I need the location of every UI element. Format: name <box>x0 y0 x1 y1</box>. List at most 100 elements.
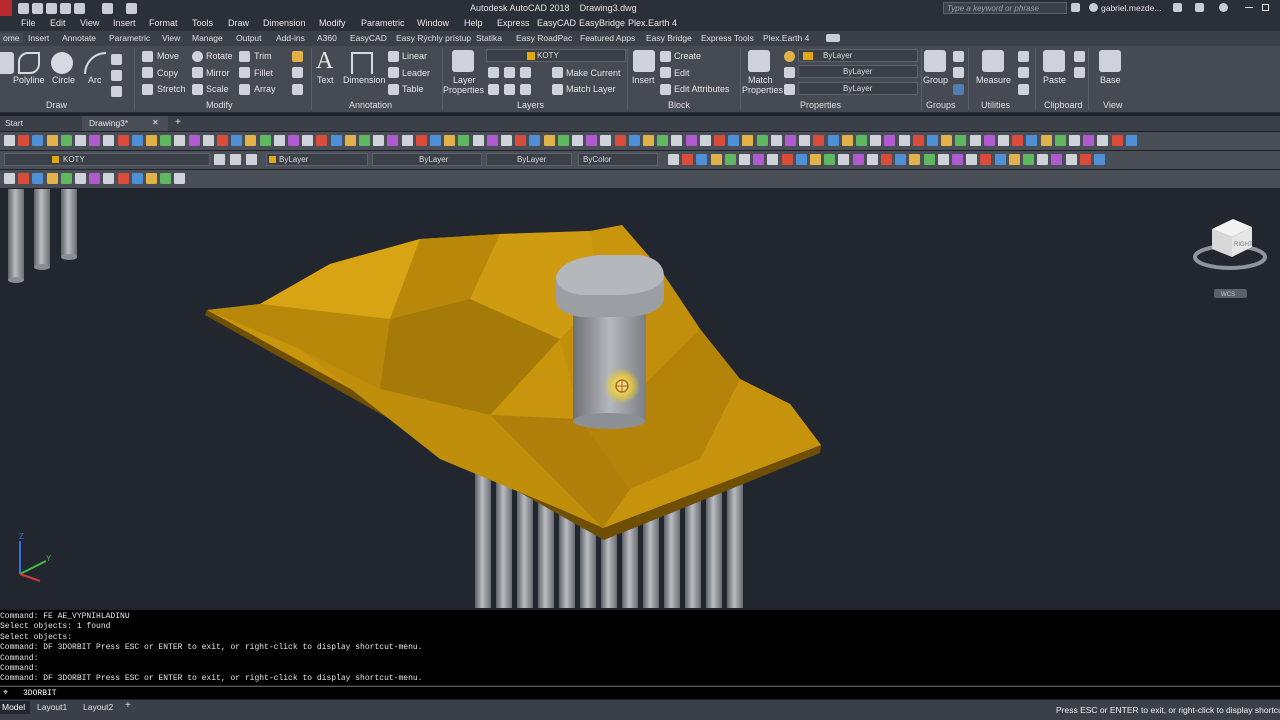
toolbar-button-icon[interactable] <box>1111 135 1123 146</box>
menu-dimension[interactable]: Dimension <box>263 18 306 28</box>
wcs-menu[interactable]: WCS <box>1214 289 1247 298</box>
toolbar-button-icon[interactable] <box>980 154 992 165</box>
toolbar-button-icon[interactable] <box>1097 135 1109 146</box>
edit-attributes-button[interactable]: Edit Attributes <box>674 84 730 94</box>
explode-icon[interactable] <box>292 67 303 78</box>
paste-icon[interactable] <box>1043 50 1065 72</box>
leader-button[interactable]: Leader <box>402 68 430 78</box>
restore-icon[interactable] <box>1262 4 1269 11</box>
edit-block-icon[interactable] <box>660 67 671 78</box>
menu-view[interactable]: View <box>80 18 99 28</box>
toolbar-button-icon[interactable] <box>600 135 612 146</box>
layer-properties-label-1[interactable]: Layer <box>453 75 476 85</box>
toolbar-button-icon[interactable] <box>810 154 821 165</box>
insert-block-label[interactable]: Insert <box>632 75 655 85</box>
table-button[interactable]: Table <box>402 84 424 94</box>
layout-tab-model[interactable]: Model <box>0 701 30 714</box>
save-as-icon[interactable] <box>60 3 71 14</box>
color-combo[interactable]: ByLayer <box>266 153 368 166</box>
toolbar-button-icon[interactable] <box>884 135 896 146</box>
toolbar-button-icon[interactable] <box>668 154 679 165</box>
paste-label[interactable]: Paste <box>1043 75 1066 85</box>
toolbar-button-icon[interactable] <box>4 135 15 146</box>
toolbar-button-icon[interactable] <box>881 154 892 165</box>
layer-isolate-icon[interactable] <box>504 67 515 78</box>
layer-thaw-icon[interactable] <box>520 84 531 95</box>
toolbar-button-icon[interactable] <box>781 154 793 165</box>
toolbar-button-icon[interactable] <box>614 135 626 146</box>
toolbar-button-icon[interactable] <box>486 135 498 146</box>
toolbar-button-icon[interactable] <box>1069 135 1080 146</box>
toolbar-button-icon[interactable] <box>799 135 811 146</box>
tab-express-tools[interactable]: Express Tools <box>701 33 754 43</box>
toolbar-button-icon[interactable] <box>955 135 967 146</box>
toolbar-button-icon[interactable] <box>643 135 654 146</box>
menu-easybridge[interactable]: EasyBridge <box>579 18 625 28</box>
toolbar-button-icon[interactable] <box>1094 154 1105 165</box>
edit-attributes-icon[interactable] <box>660 84 671 95</box>
polyline-icon[interactable] <box>18 52 40 74</box>
match-layer-icon[interactable] <box>552 84 563 95</box>
toolbar-button-icon[interactable] <box>572 135 583 146</box>
panel-block-label[interactable]: Block <box>668 100 690 110</box>
menu-express[interactable]: Express <box>497 18 530 28</box>
copy-icon[interactable] <box>142 67 153 78</box>
exchange-icon[interactable] <box>1195 3 1204 12</box>
toolbar-button-icon[interactable] <box>966 154 978 165</box>
command-line[interactable]: ⌖ 3DORBIT <box>0 686 1280 699</box>
layer-dropdown[interactable]: KOTY <box>486 49 626 62</box>
rotate-button[interactable]: Rotate <box>206 51 233 61</box>
toolbar-button-icon[interactable] <box>46 173 58 184</box>
toolbar-button-icon[interactable] <box>131 173 143 184</box>
tab-add-ins[interactable]: Add-ins <box>276 33 305 43</box>
toolbar-button-icon[interactable] <box>1040 135 1052 146</box>
erase-icon[interactable] <box>292 51 303 62</box>
toolbar-button-icon[interactable] <box>543 135 555 146</box>
layer-properties-icon[interactable] <box>452 50 474 72</box>
toolbar-button-icon[interactable] <box>785 135 796 146</box>
username-label[interactable]: gabriel.mezde... <box>1101 3 1161 13</box>
panel-draw-label[interactable]: Draw <box>46 100 67 110</box>
menu-draw[interactable]: Draw <box>228 18 249 28</box>
offset-icon[interactable] <box>292 84 303 95</box>
toolbar-button-icon[interactable] <box>1125 135 1137 146</box>
toolbar-button-icon[interactable] <box>824 154 836 165</box>
search-box[interactable]: Type a keyword or phrase <box>943 2 1067 14</box>
menu-modify[interactable]: Modify <box>319 18 346 28</box>
tab-home[interactable]: ome <box>0 33 23 43</box>
toolbar-button-icon[interactable] <box>387 135 399 146</box>
id-point-icon[interactable] <box>1018 51 1029 62</box>
menu-parametric[interactable]: Parametric <box>361 18 405 28</box>
move-icon[interactable] <box>142 51 153 62</box>
group-icon[interactable] <box>924 50 946 72</box>
tab-easy-rychly-pristup[interactable]: Easy Rýchly prístup <box>396 33 471 43</box>
toolbar-button-icon[interactable] <box>657 135 669 146</box>
toolbar-button-icon[interactable] <box>866 154 878 165</box>
toolbar-button-icon[interactable] <box>795 154 807 165</box>
new-tab-icon[interactable]: + <box>175 117 181 128</box>
toolbar-button-icon[interactable] <box>739 154 750 165</box>
toolbar-button-icon[interactable] <box>18 135 30 146</box>
minimize-icon[interactable] <box>1245 7 1253 8</box>
toolbar-button-icon[interactable] <box>245 135 257 146</box>
create-block-button[interactable]: Create <box>674 51 701 61</box>
toolbar-button-icon[interactable] <box>969 135 981 146</box>
linetype-dropdown[interactable]: ByLayer <box>798 65 918 78</box>
toolbar-button-icon[interactable] <box>302 135 314 146</box>
toolbar-button-icon[interactable] <box>728 135 740 146</box>
match-properties-label-2[interactable]: Properties <box>742 85 783 95</box>
dimension-icon[interactable] <box>351 52 373 74</box>
make-current-icon[interactable] <box>552 67 563 78</box>
toolbar-button-icon[interactable] <box>696 154 708 165</box>
toolbar-button-icon[interactable] <box>288 135 299 146</box>
measure-icon[interactable] <box>982 50 1004 72</box>
toolbar-button-icon[interactable] <box>430 135 441 146</box>
cut-icon[interactable] <box>1074 51 1085 62</box>
layer-unisolate-icon[interactable] <box>504 84 515 95</box>
toolbar-button-icon[interactable] <box>923 154 935 165</box>
mirror-button[interactable]: Mirror <box>206 68 230 78</box>
toolbar-button-icon[interactable] <box>1079 154 1091 165</box>
tab-annotate[interactable]: Annotate <box>62 33 96 43</box>
match-properties-label-1[interactable]: Match <box>748 75 773 85</box>
scale-icon[interactable] <box>192 84 203 95</box>
